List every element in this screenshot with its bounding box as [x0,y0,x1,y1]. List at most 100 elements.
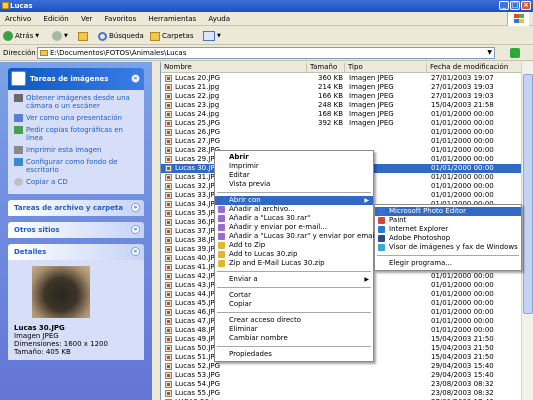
collapse-icon[interactable]: « [131,247,140,256]
jpeg-file-icon [165,318,172,325]
toolbar: Atrás ▼ ▼ Búsqueda Carpetas ▼ [0,27,533,45]
column-name[interactable]: Nombre [161,63,307,73]
menu-herramientas[interactable]: Herramientas [143,12,201,23]
table-row[interactable]: Lucas 23.jpg 248 KB Imagen JPEG 15/04/2003 … [161,101,533,110]
go-arrow-icon[interactable] [510,48,520,58]
jpeg-file-icon [165,291,172,298]
task-slideshow[interactable]: Ver como una presentación [14,114,138,122]
menu-edicion[interactable]: Edición [38,12,73,23]
task-set-background[interactable]: Configurar como fondo de escritorio [14,158,138,174]
file-date: 01/01/2000 00:00 [431,326,494,334]
image-tasks-header[interactable]: Tareas de imágenes « [8,68,144,90]
table-row[interactable]: Lucas 20.JPG 360 KB Imagen JPEG 27/01/2003 … [161,74,533,83]
context-menu-item[interactable]: Copiar [215,300,373,309]
context-menu-item[interactable]: Editar [215,171,373,180]
minimize-button[interactable]: _ [499,1,509,10]
table-row[interactable]: Lucas 26.JPG 01/01/2000 00:00 [161,128,533,137]
menu-archivo[interactable]: Archivo [0,12,36,23]
details-header[interactable]: Detalles « [8,244,144,260]
close-button[interactable]: × [521,1,531,10]
menu-separator [217,271,371,272]
open-with-item[interactable]: Elegir programa... [375,259,521,268]
open-with-item[interactable]: Visor de imágenes y fax de Windows [375,243,521,252]
file-date: 23/08/2003 08:32 [431,389,494,397]
menu-ayuda[interactable]: Ayuda [203,12,235,23]
chevron-down-icon[interactable]: ▼ [487,49,492,56]
program-icon [218,206,225,213]
file-date: 27/01/2003 19:03 [431,83,494,91]
table-row[interactable]: Lucas 55.JPG 23/08/2003 08:32 [161,389,533,398]
open-with-item[interactable]: Paint [375,216,521,225]
context-menu-item[interactable]: Imprimir [215,162,373,171]
context-menu-item[interactable]: Crear acceso directo [215,316,373,325]
file-date: 01/01/2000 00:00 [431,290,494,298]
context-menu-item[interactable]: Añadir a "Lucas 30.rar" y enviar por ema… [215,232,376,241]
context-menu-item[interactable]: Añadir y enviar por e-mail... [215,223,373,232]
folders-button[interactable]: Carpetas [150,30,194,42]
up-folder-button[interactable] [78,30,88,42]
file-date: 01/01/2000 00:00 [431,110,494,118]
search-icon [98,31,107,41]
open-with-item[interactable]: Adobe Photoshop [375,234,521,243]
context-menu-item[interactable]: Cambiar nombre [215,334,373,343]
menu-item-label: Abrir [229,153,249,161]
cd-icon [14,178,23,186]
file-tasks-header[interactable]: Tareas de archivo y carpeta » [8,200,144,216]
context-menu-item[interactable]: Add to Lucas 30.zip [215,250,373,259]
context-menu-item[interactable]: Abrir con ▶ [215,196,373,205]
vertical-scrollbar[interactable] [521,62,533,400]
task-get-images[interactable]: Obtener imágenes desde una cámara o un e… [14,94,138,110]
expand-icon[interactable]: » [131,225,140,234]
menu-ver[interactable]: Ver [76,12,97,23]
address-bar: Dirección E:\Documentos\FOTOS\Animales\L… [0,45,533,61]
scrollbar-thumb[interactable] [523,74,533,314]
context-menu-item[interactable]: Añadir a "Lucas 30.rar" [215,214,373,223]
context-menu-item[interactable]: Propiedades [215,350,373,359]
context-menu-item[interactable]: Eliminar [215,325,373,334]
file-date: 01/01/2000 00:00 [431,119,494,127]
context-menu-item[interactable]: Abrir [215,153,373,162]
table-row[interactable]: Lucas 21.jpg 214 KB Imagen JPEG 27/01/2003 … [161,83,533,92]
context-menu-item[interactable]: Add to Zip [215,241,373,250]
address-input[interactable]: E:\Documentos\FOTOS\Animales\Lucas ▼ [37,47,495,59]
column-type[interactable]: Tipo [345,63,427,73]
program-icon [378,244,385,251]
task-print[interactable]: Imprimir esta imagen [14,146,138,154]
menu-item-label: Adobe Photoshop [389,234,451,242]
jpeg-file-icon [165,183,172,190]
jpeg-file-icon [165,273,172,280]
context-menu-item[interactable]: Vista previa [215,180,373,189]
task-order-prints[interactable]: Pedir copias fotográficas en línea [14,126,138,142]
table-row[interactable]: Lucas 27.JPG 01/01/2000 00:00 [161,137,533,146]
table-row[interactable]: Lucas 22.jpg 166 KB Imagen JPEG 27/01/2003 … [161,92,533,101]
task-copy-cd[interactable]: Copiar a CD [14,178,138,186]
other-places-header[interactable]: Otros sitios » [8,222,144,238]
back-button[interactable]: Atrás ▼ [3,30,39,42]
open-with-item[interactable]: Internet Explorer [375,225,521,234]
context-menu-item[interactable]: Añadir al archivo... [215,205,373,214]
column-date[interactable]: Fecha de modificación [427,63,522,73]
views-button[interactable]: ▼ [203,30,221,42]
menu-separator [217,287,371,288]
open-with-item[interactable]: Microsoft Photo Editor [375,207,521,216]
collapse-icon[interactable]: « [131,74,140,83]
forward-button[interactable]: ▼ [52,30,68,42]
jpeg-file-icon [165,363,172,370]
jpeg-file-icon [165,120,172,127]
expand-icon[interactable]: » [131,203,140,212]
table-row[interactable]: Lucas 54.JPG 23/08/2003 08:32 [161,380,533,389]
context-menu-item[interactable]: Zip and E-Mail Lucas 30.zip [215,259,373,268]
file-date: 01/01/2000 00:00 [431,137,494,145]
column-size[interactable]: Tamaño [307,63,345,73]
table-row[interactable]: Lucas 24.jpg 168 KB Imagen JPEG 01/01/2000 … [161,110,533,119]
chevron-down-icon: ▼ [64,33,68,39]
table-row[interactable]: Lucas 25.JPG 392 KB Imagen JPEG 01/01/2000 … [161,119,533,128]
context-menu-item[interactable]: Cortar [215,291,373,300]
table-row[interactable]: Lucas 53.JPG 29/04/2003 15:40 [161,371,533,380]
search-button[interactable]: Búsqueda [98,30,144,42]
jpeg-file-icon [165,237,172,244]
menu-favoritos[interactable]: Favoritos [100,12,142,23]
table-row[interactable]: Lucas 52.JPG 29/04/2003 15:40 [161,362,533,371]
context-menu-item[interactable]: Enviar a ▶ [215,275,373,284]
maximize-button[interactable]: □ [510,1,520,10]
